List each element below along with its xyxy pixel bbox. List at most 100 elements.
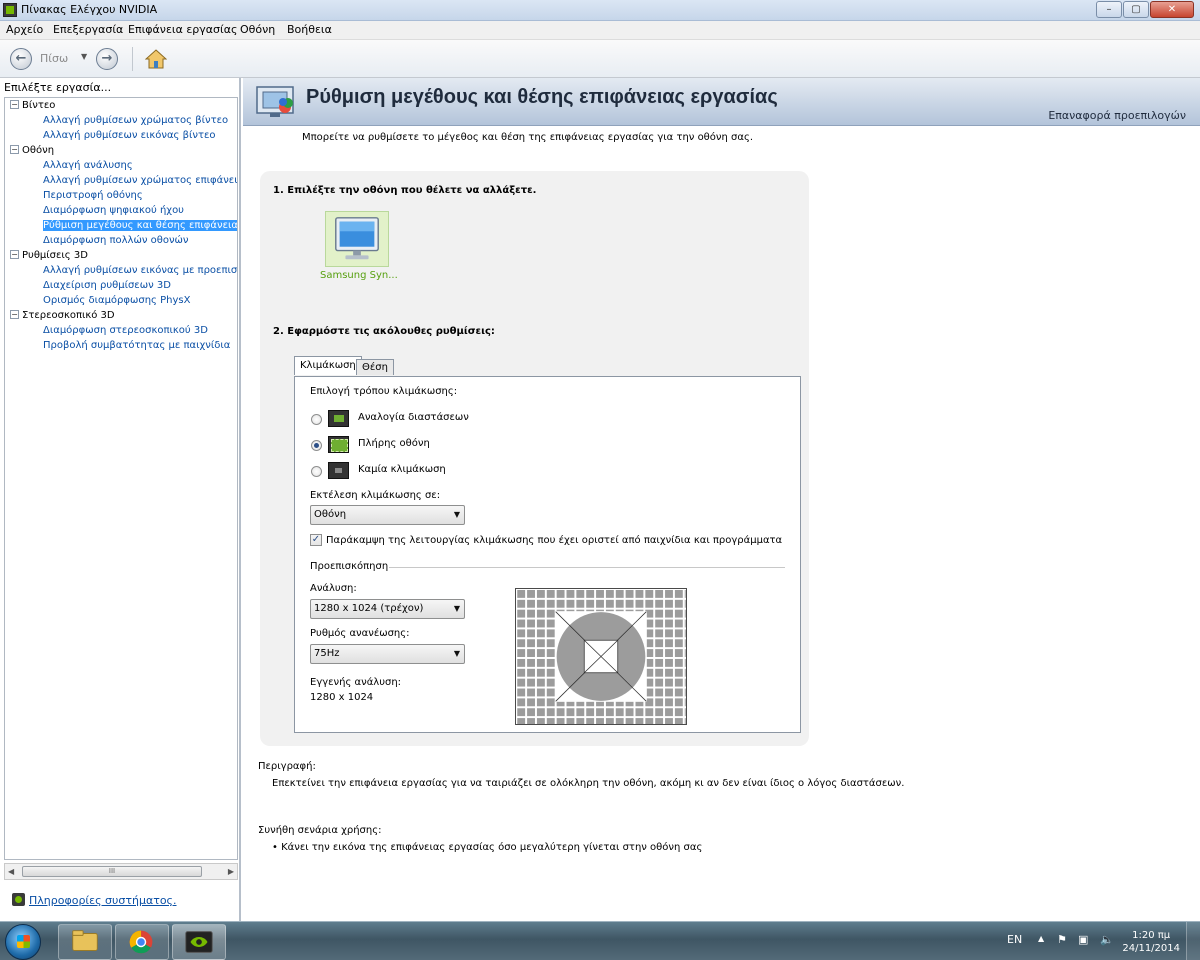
home-icon[interactable] <box>145 48 167 70</box>
native-resolution-label: Εγγενής ανάλυση: <box>310 677 402 688</box>
resolution-label: Ανάλυση: <box>310 583 357 594</box>
chrome-icon[interactable] <box>115 924 169 960</box>
chevron-down-icon: ▼ <box>453 510 460 519</box>
perform-scaling-select[interactable]: Οθόνη ▼ <box>310 505 465 525</box>
menu-edit[interactable]: Επεξεργασία <box>53 23 123 36</box>
menu-file[interactable]: Αρχείο <box>6 23 43 36</box>
network-icon[interactable]: ▣ <box>1078 933 1088 946</box>
menu-display[interactable]: Οθόνη <box>240 23 275 36</box>
task-tree[interactable]: − Βίντεο Αλλαγή ρυθμίσεων χρώματος βίντεο… <box>4 97 238 860</box>
nvidia-logo-icon <box>185 931 213 953</box>
back-arrow-icon[interactable]: ← <box>10 48 32 70</box>
show-hidden-icons-icon[interactable]: ▲ <box>1038 934 1044 943</box>
tree-item-desktop-color[interactable]: Αλλαγή ρυθμίσεων χρώματος επιφάνειας ερ <box>43 173 238 188</box>
scroll-thumb[interactable]: III <box>22 866 202 877</box>
taskbar: EN ▲ ⚑ ▣ 🔈 1:20 πμ 24/11/2014 <box>0 921 1200 960</box>
task-sidebar: Επιλέξτε εργασία... − Βίντεο Αλλαγή ρυθμί… <box>0 78 241 921</box>
scaling-tab-page: Επιλογή τρόπου κλιμάκωσης: Αναλογία διασ… <box>294 376 801 733</box>
monitor-label[interactable]: Samsung Syn... <box>320 270 398 281</box>
tree-item-rotate-display[interactable]: Περιστροφή οθόνης <box>43 188 143 203</box>
radio-full-screen[interactable] <box>311 440 322 451</box>
tree-item-game-compat[interactable]: Προβολή συμβατότητας με παιχνίδια <box>43 338 230 353</box>
tree-category-3d-settings[interactable]: − Ρυθμίσεις 3D <box>10 248 88 263</box>
no-scaling-label[interactable]: Καμία κλιμάκωση <box>358 464 446 475</box>
tree-label: Ορισμός διαμόρφωσης PhysX <box>43 295 191 306</box>
tree-item-video-color[interactable]: Αλλαγή ρυθμίσεων χρώματος βίντεο <box>43 113 228 128</box>
aspect-ratio-label[interactable]: Αναλογία διαστάσεων <box>358 412 469 423</box>
tab-position[interactable]: Θέση <box>356 359 394 375</box>
minimize-button[interactable]: – <box>1096 1 1122 18</box>
tree-label: Αλλαγή ρυθμίσεων εικόνας με προεπισκόπη <box>43 265 238 276</box>
start-button[interactable] <box>5 924 41 960</box>
window-title: Πίνακας Ελέγχου NVIDIA <box>21 3 158 16</box>
close-button[interactable]: ✕ <box>1150 1 1194 18</box>
refresh-rate-select[interactable]: 75Hz ▼ <box>310 644 465 664</box>
nvidia-app-icon <box>3 3 17 17</box>
tree-item-physx[interactable]: Ορισμός διαμόρφωσης PhysX <box>43 293 190 308</box>
folder-icon <box>72 930 98 951</box>
language-indicator[interactable]: EN <box>1007 933 1022 946</box>
refresh-rate-value: 75Hz <box>314 648 340 659</box>
back-label[interactable]: Πίσω <box>40 52 68 65</box>
forward-arrow-icon[interactable]: → <box>96 48 118 70</box>
restore-defaults-link[interactable]: Επαναφορά προεπιλογών <box>1048 109 1186 122</box>
resolution-select[interactable]: 1280 x 1024 (τρέχον) ▼ <box>310 599 465 619</box>
tree-category-display[interactable]: − Οθόνη <box>10 143 54 158</box>
tree-item-desktop-size-position[interactable]: Ρύθμιση μεγέθους και θέσης επιφάνειας ερ… <box>43 218 237 233</box>
tree-label: Αλλαγή ρυθμίσεων χρώματος επιφάνειας ερ <box>43 175 238 186</box>
usage-text: • Κάνει την εικόνα της επιφάνειας εργασί… <box>272 842 703 853</box>
tree-item-digital-audio[interactable]: Διαμόρφωση ψηφιακού ήχου <box>43 203 184 218</box>
override-checkbox[interactable]: ✓ <box>310 534 322 546</box>
nvidia-icon[interactable] <box>172 924 226 960</box>
history-dropdown-icon[interactable]: ▼ <box>81 52 87 61</box>
system-info-link[interactable]: Πληροφορίες συστήματος. <box>12 893 177 907</box>
menu-desktop[interactable]: Επιφάνεια εργασίας <box>128 23 237 36</box>
volume-icon[interactable]: 🔈 <box>1100 933 1114 946</box>
radio-no-scaling[interactable] <box>311 466 322 477</box>
main-content: Ρύθμιση μεγέθους και θέσης επιφάνειας ερ… <box>243 78 1200 921</box>
chevron-down-icon: ▼ <box>453 604 460 613</box>
tree-item-video-image[interactable]: Αλλαγή ρυθμίσεων εικόνας βίντεο <box>43 128 216 143</box>
preview-label: Προεπισκόπηση <box>310 561 389 572</box>
override-label[interactable]: Παράκαμψη της λειτουργίας κλιμάκωσης που… <box>326 535 782 546</box>
desktop-size-icon <box>256 86 294 117</box>
action-center-flag-icon[interactable]: ⚑ <box>1057 933 1067 946</box>
tree-label: Αλλαγή ανάλυσης <box>43 160 133 171</box>
tree-label: Διαχείριση ρυθμίσεων 3D <box>43 280 171 291</box>
tree-item-multiple-displays[interactable]: Διαμόρφωση πολλών οθονών <box>43 233 188 248</box>
maximize-button[interactable]: ▢ <box>1123 1 1149 18</box>
page-banner: Ρύθμιση μεγέθους και θέσης επιφάνειας ερ… <box>243 78 1200 126</box>
chrome-logo-icon <box>129 930 153 954</box>
sidebar-horizontal-scrollbar[interactable]: ◀ III ▶ <box>4 863 238 880</box>
collapse-icon[interactable]: − <box>10 145 19 154</box>
preview-divider <box>389 567 785 568</box>
collapse-icon[interactable]: − <box>10 100 19 109</box>
full-screen-label[interactable]: Πλήρης οθόνη <box>358 438 430 449</box>
refresh-rate-label: Ρυθμός ανανέωσης: <box>310 628 410 639</box>
radio-aspect-ratio[interactable] <box>311 414 322 425</box>
scaling-mode-label: Επιλογή τρόπου κλιμάκωσης: <box>310 386 458 397</box>
windows-explorer-icon[interactable] <box>58 924 112 960</box>
tree-category-stereoscopic[interactable]: − Στερεοσκοπικό 3D <box>10 308 115 323</box>
collapse-icon[interactable]: − <box>10 310 19 319</box>
scroll-left-icon[interactable]: ◀ <box>8 867 14 876</box>
tree-label: Βίντεο <box>22 100 56 111</box>
tree-item-stereo-config[interactable]: Διαμόρφωση στερεοσκοπικού 3D <box>43 323 208 338</box>
tree-item-change-resolution[interactable]: Αλλαγή ανάλυσης <box>43 158 133 173</box>
window-controls: – ▢ ✕ <box>1095 1 1194 18</box>
page-intro: Μπορείτε να ρυθμίσετε το μέγεθος και θέσ… <box>302 132 754 143</box>
show-desktop-button[interactable] <box>1186 922 1200 960</box>
collapse-icon[interactable]: − <box>10 250 19 259</box>
monitor-selector[interactable] <box>325 211 389 267</box>
title-bar: Πίνακας Ελέγχου NVIDIA – ▢ ✕ <box>0 0 1200 21</box>
native-resolution-value: 1280 x 1024 <box>310 692 374 703</box>
system-info-label: Πληροφορίες συστήματος. <box>29 894 177 907</box>
menu-help[interactable]: Βοήθεια <box>287 23 332 36</box>
tree-item-manage-3d[interactable]: Διαχείριση ρυθμίσεων 3D <box>43 278 171 293</box>
description-heading: Περιγραφή: <box>258 761 316 772</box>
scroll-right-icon[interactable]: ▶ <box>228 867 234 876</box>
tree-category-video[interactable]: − Βίντεο <box>10 98 55 113</box>
system-clock[interactable]: 1:20 πμ 24/11/2014 <box>1122 929 1180 955</box>
tab-scaling[interactable]: Κλιμάκωση <box>294 356 362 375</box>
tree-item-image-preview[interactable]: Αλλαγή ρυθμίσεων εικόνας με προεπισκόπη <box>43 263 238 278</box>
